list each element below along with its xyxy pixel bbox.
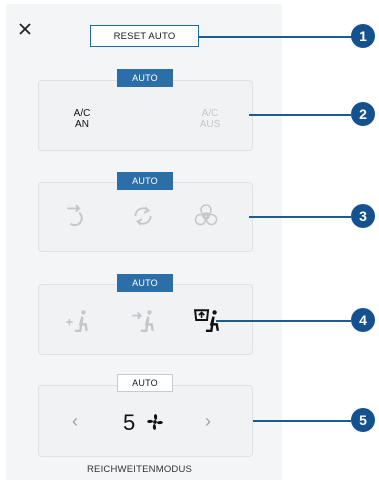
fan-speed-value: 5 (123, 410, 136, 435)
floor-vent-icon[interactable] (64, 307, 90, 333)
callout-line-5 (253, 420, 351, 422)
fan-icon (147, 414, 163, 430)
ac-off-label: A/C (201, 108, 219, 119)
ac-on-label: A/C (73, 108, 91, 119)
callout-line-4 (216, 320, 351, 322)
close-icon[interactable] (18, 22, 32, 36)
callout-line-1 (199, 36, 359, 38)
callout-3: 3 (351, 204, 375, 228)
ac-on-button[interactable]: A/C AN (62, 108, 102, 130)
recirculation-icon[interactable] (130, 203, 156, 229)
chevron-right-icon[interactable]: › (205, 411, 211, 432)
callout-line-3 (249, 216, 351, 218)
fresh-air-icon[interactable] (64, 203, 90, 229)
range-mode-label: REICHWEITENMODUS (87, 464, 193, 475)
ac-off-button[interactable]: A/C AUS (190, 108, 230, 130)
distribution-auto-badge[interactable]: AUTO (117, 274, 173, 292)
fan-auto-badge[interactable]: AUTO (117, 374, 173, 392)
reset-auto-button[interactable]: RESET AUTO (90, 25, 199, 47)
ac-off-state: AUS (199, 119, 221, 130)
biohazard-icon[interactable] (194, 204, 218, 228)
callout-line-2 (249, 114, 351, 116)
callout-2: 2 (351, 102, 375, 126)
callout-1: 1 (351, 24, 375, 48)
air-auto-badge[interactable]: AUTO (117, 172, 173, 190)
chevron-left-icon[interactable]: ‹ (72, 411, 78, 432)
face-vent-icon[interactable] (130, 307, 156, 333)
ac-auto-badge[interactable]: AUTO (117, 69, 173, 87)
ac-on-state: AN (75, 119, 89, 130)
callout-4: 4 (351, 308, 375, 332)
callout-5: 5 (351, 408, 375, 432)
